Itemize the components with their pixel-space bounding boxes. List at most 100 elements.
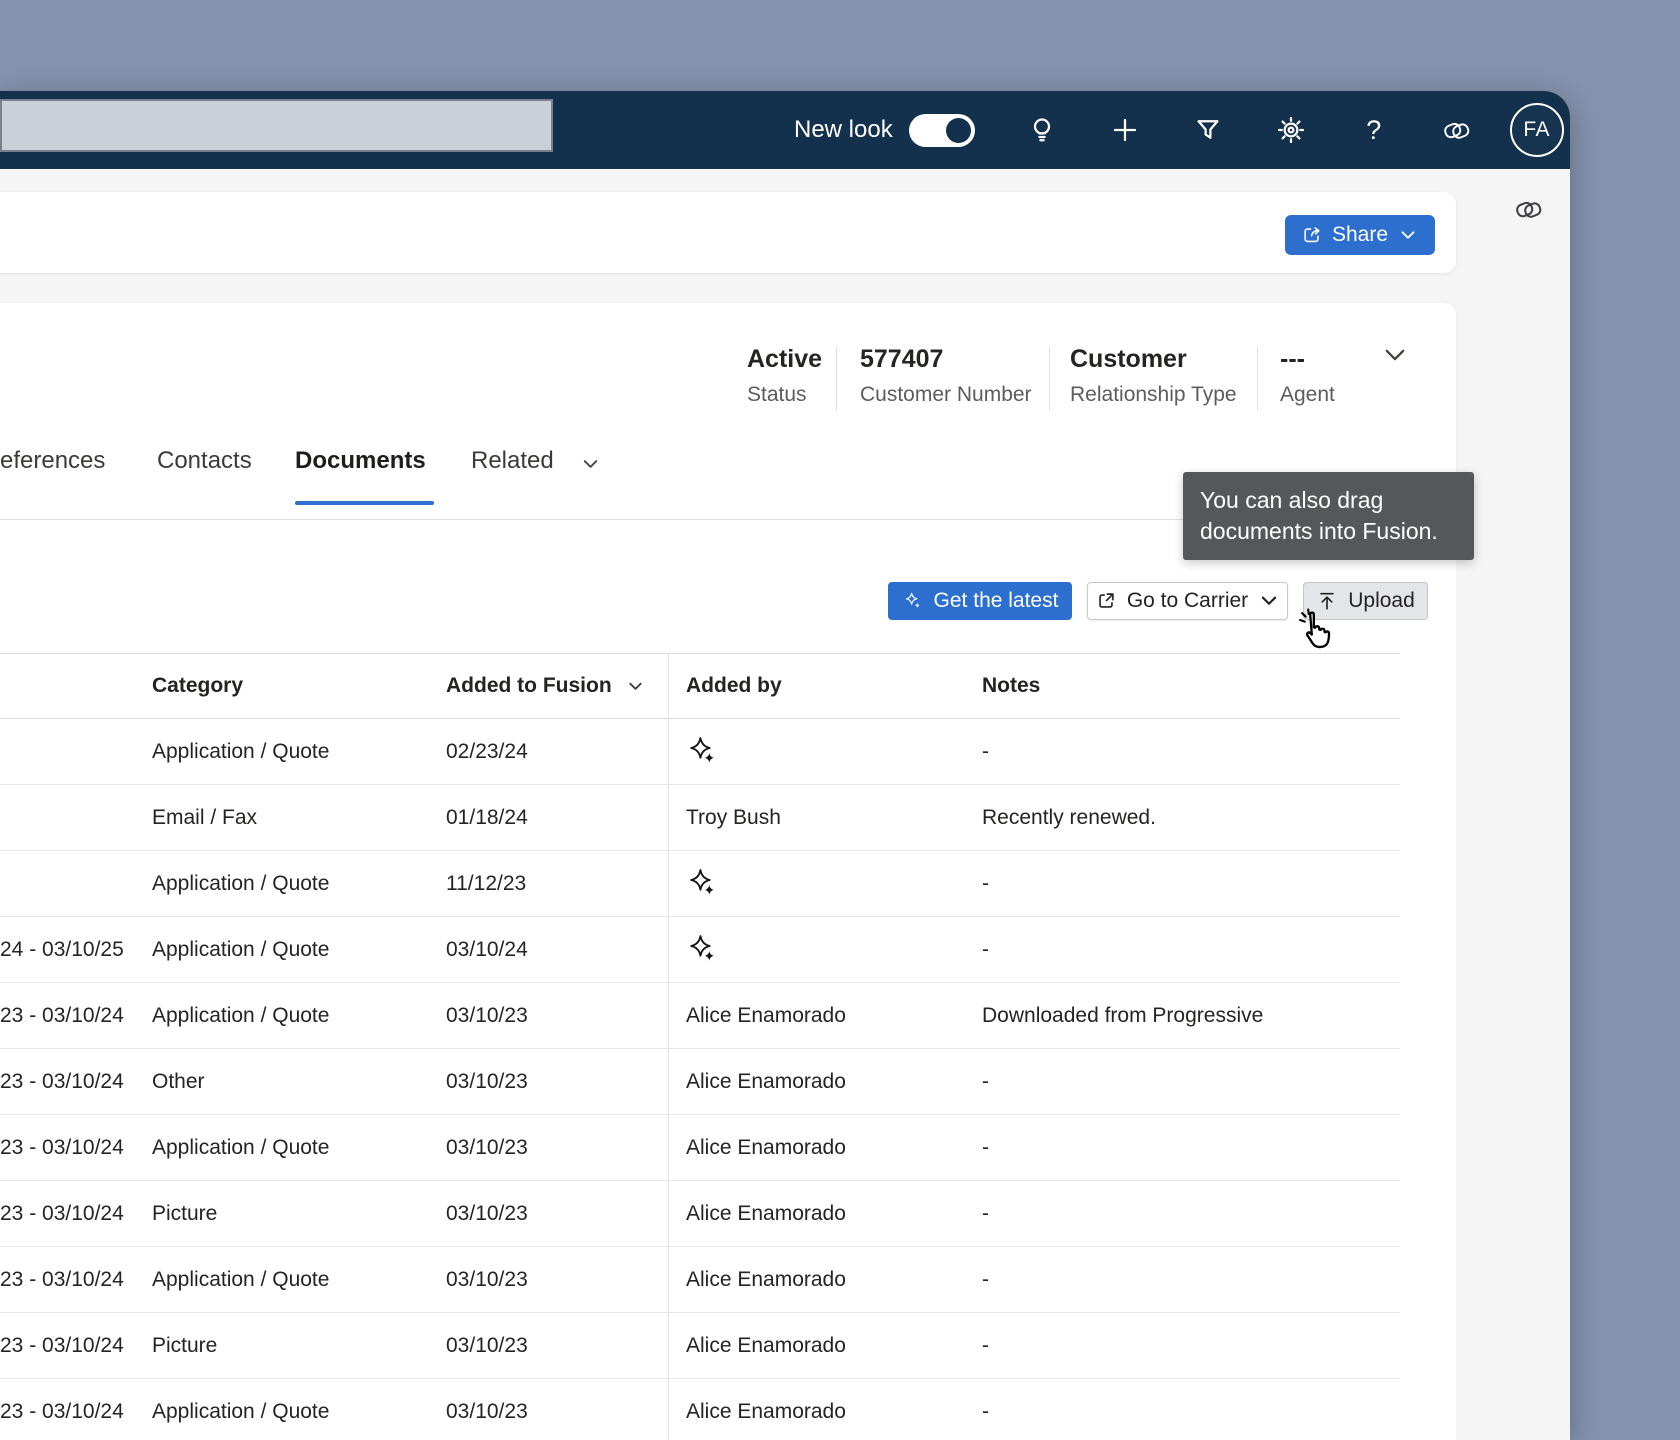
- share-button[interactable]: Share: [1285, 215, 1435, 255]
- documents-table: Category Added to Fusion Added by Notes …: [0, 653, 1400, 1440]
- go-to-carrier-button[interactable]: Go to Carrier: [1087, 582, 1288, 620]
- add-icon[interactable]: [1109, 114, 1141, 146]
- category-header[interactable]: Category: [152, 674, 446, 698]
- policy-term-cell: 24 - 03/10/25: [0, 937, 124, 961]
- policy-term-cell: 23 - 03/10/24: [0, 1201, 124, 1225]
- table-row[interactable]: 23 - 03/10/24 Application / Quote 03/10/…: [0, 1115, 1400, 1181]
- toggle-knob: [945, 117, 971, 143]
- category-cell: Other: [152, 1069, 205, 1093]
- notes-cell: Downloaded from Progressive: [982, 1003, 1264, 1027]
- upload-icon: [1320, 592, 1335, 610]
- ai-sparkle-icon: [690, 869, 714, 895]
- upload-button[interactable]: Upload: [1303, 582, 1428, 620]
- added-by-cell: Alice Enamorado: [686, 1135, 846, 1159]
- table-row[interactable]: 24 - 03/10/25 Application / Quote 03/10/…: [0, 917, 1400, 983]
- added-to-fusion-cell: 03/10/23: [446, 1267, 528, 1291]
- get-the-latest-label: Get the latest: [933, 589, 1059, 612]
- agent-field: --- Agent: [1280, 345, 1335, 407]
- settings-gear-icon[interactable]: [1275, 114, 1307, 146]
- added-by-header[interactable]: Added by: [668, 674, 982, 698]
- table-row[interactable]: 23 - 03/10/24 Picture 03/10/23 Alice Ena…: [0, 1181, 1400, 1247]
- added-to-fusion-cell: 03/10/23: [446, 1069, 528, 1093]
- notes-cell: -: [982, 1135, 989, 1159]
- policy-term-cell: 23 - 03/10/24: [0, 1267, 124, 1291]
- table-row[interactable]: Application / Quote 02/23/24 -: [0, 719, 1400, 785]
- chevron-down-icon: [1401, 231, 1415, 239]
- tab-related[interactable]: Related: [471, 447, 554, 475]
- pinned-columns-divider: [668, 653, 669, 1440]
- sparkle-icon: [905, 592, 920, 608]
- added-to-fusion-cell: 03/10/23: [446, 1201, 528, 1225]
- added-by-cell: Troy Bush: [686, 805, 781, 829]
- copilot-rail-icon[interactable]: [1514, 194, 1544, 224]
- lightbulb-icon[interactable]: [1026, 114, 1058, 146]
- category-cell: Application / Quote: [152, 1135, 330, 1159]
- table-row[interactable]: 23 - 03/10/24 Picture 03/10/23 Alice Ena…: [0, 1313, 1400, 1379]
- notes-cell: -: [982, 1069, 989, 1093]
- get-the-latest-button[interactable]: Get the latest: [888, 582, 1072, 620]
- app-window: New look ? FA Share Active Status 577407…: [0, 91, 1570, 1440]
- related-chevron-icon[interactable]: [581, 455, 600, 474]
- policy-term-cell: 23 - 03/10/24: [0, 1003, 124, 1027]
- added-to-fusion-cell: 03/10/23: [446, 1399, 528, 1423]
- active-tab-underline: [295, 501, 434, 505]
- new-look-label: New look: [794, 116, 893, 143]
- category-cell: Application / Quote: [152, 1399, 330, 1423]
- added-by-cell: Alice Enamorado: [686, 1003, 846, 1027]
- added-to-fusion-header[interactable]: Added to Fusion: [446, 674, 668, 698]
- added-by-cell: [668, 735, 982, 768]
- policy-term-cell: 23 - 03/10/24: [0, 1069, 124, 1093]
- agent-value: ---: [1280, 345, 1305, 373]
- category-cell: Email / Fax: [152, 805, 258, 829]
- table-row[interactable]: Email / Fax 01/18/24 Troy Bush Recently …: [0, 785, 1400, 851]
- added-to-fusion-cell: 03/10/23: [446, 1003, 528, 1027]
- added-by-cell: [668, 933, 982, 966]
- drag-documents-tooltip: You can also drag documents into Fusion.: [1183, 472, 1474, 560]
- upload-button-label: Upload: [1348, 589, 1415, 612]
- table-row[interactable]: Application / Quote 11/12/23 -: [0, 851, 1400, 917]
- sort-chevron-icon[interactable]: [626, 677, 645, 696]
- notes-cell: -: [982, 1399, 989, 1423]
- new-look-toggle[interactable]: [908, 113, 975, 147]
- help-icon[interactable]: ?: [1358, 114, 1390, 146]
- search-input[interactable]: [0, 99, 553, 152]
- notes-cell: Recently renewed.: [982, 805, 1156, 829]
- tab-contacts[interactable]: Contacts: [157, 447, 252, 475]
- category-cell: Application / Quote: [152, 1003, 330, 1027]
- category-cell: Application / Quote: [152, 937, 330, 961]
- notes-cell: -: [982, 1333, 989, 1357]
- category-cell: Picture: [152, 1201, 218, 1225]
- table-row[interactable]: 23 - 03/10/24 Application / Quote 03/10/…: [0, 983, 1400, 1049]
- policy-term-cell: 23 - 03/10/24: [0, 1399, 124, 1423]
- table-row[interactable]: 23 - 03/10/24 Other 03/10/23 Alice Enamo…: [0, 1049, 1400, 1115]
- notes-header[interactable]: Notes: [982, 674, 1400, 698]
- category-cell: Application / Quote: [152, 739, 330, 763]
- chevron-down-icon: [1262, 596, 1277, 605]
- relationship-type-value: Customer: [1070, 345, 1187, 373]
- copilot-icon[interactable]: [1441, 114, 1473, 146]
- customer-status-field: Active Status: [747, 345, 822, 407]
- table-row[interactable]: 23 - 03/10/24 Application / Quote 03/10/…: [0, 1379, 1400, 1440]
- table-row[interactable]: 23 - 03/10/24 Application / Quote 03/10/…: [0, 1247, 1400, 1313]
- tab-preferences[interactable]: eferences: [0, 447, 105, 475]
- expand-header-chevron-icon[interactable]: [1381, 341, 1409, 369]
- go-to-carrier-label: Go to Carrier: [1126, 589, 1249, 612]
- external-link-icon: [1099, 593, 1114, 608]
- added-by-cell: Alice Enamorado: [686, 1267, 846, 1291]
- share-button-label: Share: [1331, 223, 1389, 246]
- relationship-type-field: Customer Relationship Type: [1070, 345, 1237, 407]
- policy-term-cell: 23 - 03/10/24: [0, 1135, 124, 1159]
- tab-documents[interactable]: Documents: [295, 447, 426, 475]
- documents-table-body: Application / Quote 02/23/24 - Email / F…: [0, 719, 1400, 1440]
- field-divider: [836, 347, 837, 411]
- agent-label: Agent: [1280, 383, 1335, 406]
- page-toolbar-card: [0, 192, 1456, 273]
- added-to-fusion-cell: 03/10/24: [446, 937, 528, 961]
- account-avatar[interactable]: FA: [1509, 103, 1564, 157]
- category-cell: Picture: [152, 1333, 218, 1357]
- avatar-initials: FA: [1523, 118, 1551, 141]
- relationship-type-label: Relationship Type: [1070, 383, 1237, 406]
- filter-icon[interactable]: [1192, 114, 1224, 146]
- notes-cell: -: [982, 739, 989, 763]
- notes-cell: -: [982, 871, 989, 895]
